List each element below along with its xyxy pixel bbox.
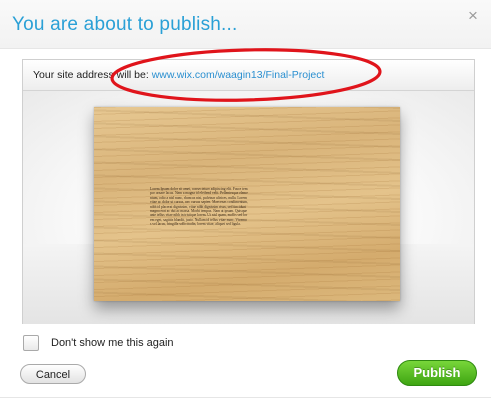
dialog-title: You are about to publish... xyxy=(12,14,238,35)
cancel-button[interactable]: Cancel xyxy=(20,364,86,384)
dont-show-again-label: Don't show me this again xyxy=(51,337,174,349)
preview-body-text: Lorem Ipsum dolor sit amet, consectetuer… xyxy=(150,187,248,227)
close-icon[interactable]: × xyxy=(465,7,481,24)
site-address-link[interactable]: www.wix.com/waagin13/Final-Project xyxy=(152,69,325,81)
dont-show-again-checkbox[interactable] xyxy=(23,335,39,351)
site-address-bar: Your site address will be: www.wix.com/w… xyxy=(23,60,474,91)
dialog-header: You are about to publish... × xyxy=(0,0,491,49)
preview-stage: Lorem Ipsum dolor sit amet, consectetuer… xyxy=(23,91,474,324)
site-address-text: Your site address will be: www.wix.com/w… xyxy=(33,69,324,81)
site-address-label: Your site address will be: xyxy=(33,69,152,81)
preview-frame: Your site address will be: www.wix.com/w… xyxy=(22,59,475,324)
publish-button[interactable]: Publish xyxy=(397,360,477,386)
site-preview-image: Lorem Ipsum dolor sit amet, consectetuer… xyxy=(94,107,400,301)
footer-divider xyxy=(0,397,491,398)
publish-dialog: You are about to publish... × Your site … xyxy=(0,0,491,405)
